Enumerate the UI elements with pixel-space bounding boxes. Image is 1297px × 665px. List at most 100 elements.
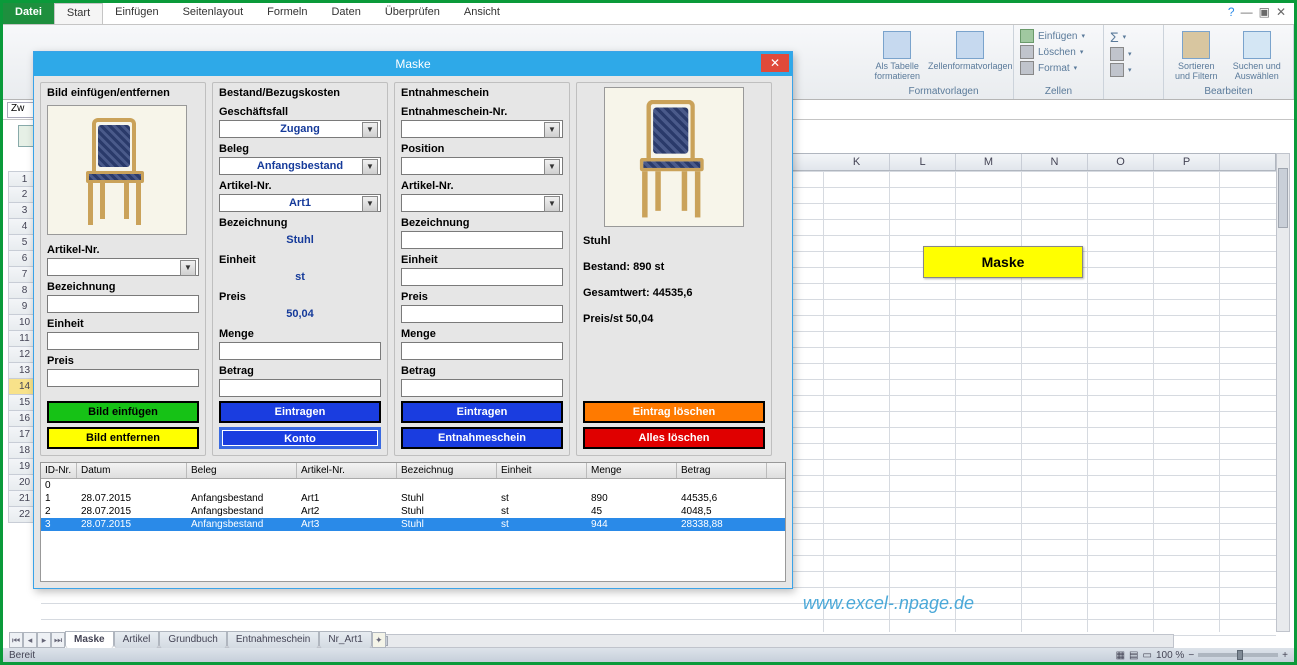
tab-daten[interactable]: Daten xyxy=(319,3,372,24)
zoom-out[interactable]: − xyxy=(1188,650,1194,661)
entnahmeschein-button[interactable]: Entnahmeschein xyxy=(401,427,563,449)
bezeichnung-field[interactable] xyxy=(401,231,563,249)
menge-field[interactable] xyxy=(219,342,381,360)
tab-nav-next[interactable]: ▸ xyxy=(37,632,51,648)
eintragen-button[interactable]: Eintragen xyxy=(219,401,381,423)
table-row[interactable]: 328.07.2015AnfangsbestandArt3Stuhlst9442… xyxy=(41,518,785,531)
tab-ansicht[interactable]: Ansicht xyxy=(452,3,512,24)
status-ready: Bereit xyxy=(9,650,35,661)
zellen-einfuegen[interactable]: Einfügen▾ xyxy=(1020,29,1097,43)
vertical-scrollbar[interactable] xyxy=(1276,153,1290,632)
bezeichnung-value: Stuhl xyxy=(219,231,381,249)
tab-formeln[interactable]: Formeln xyxy=(255,3,319,24)
menge-field[interactable] xyxy=(401,342,563,360)
zoom-slider[interactable] xyxy=(1198,653,1278,657)
zellenformat-button[interactable]: Zellenformatvorlagen xyxy=(928,61,1013,71)
bezeichnung-field[interactable] xyxy=(47,295,199,313)
konto-button[interactable]: Konto xyxy=(219,427,381,449)
sortieren-button[interactable]: Sortieren und Filtern xyxy=(1170,61,1222,81)
label-bezeichnung: Bezeichnung xyxy=(47,281,199,293)
sheet-maske-button[interactable]: Maske xyxy=(923,246,1083,278)
minimize-icon[interactable]: — xyxy=(1241,5,1253,19)
panel-title: Bild einfügen/entfernen xyxy=(47,87,199,99)
tab-file[interactable]: Datei xyxy=(3,3,54,24)
bild-einfuegen-button[interactable]: Bild einfügen xyxy=(47,401,199,423)
tab-einfuegen[interactable]: Einfügen xyxy=(103,3,170,24)
close-icon[interactable]: ✕ xyxy=(1276,5,1286,19)
tab-seitenlayout[interactable]: Seitenlayout xyxy=(171,3,256,24)
zellen-loeschen[interactable]: Löschen▾ xyxy=(1020,45,1097,59)
sheet-tab-grundbuch[interactable]: Grundbuch xyxy=(159,631,226,648)
panel-bestand: Bestand/Bezugskosten Geschäftsfall Zugan… xyxy=(212,82,388,456)
view-layout-icon[interactable]: ▤ xyxy=(1129,650,1138,661)
new-sheet-icon[interactable]: ✦ xyxy=(372,632,386,648)
table-row[interactable]: 228.07.2015AnfangsbestandArt2Stuhlst4540… xyxy=(41,505,785,518)
sheet-tabs: ⏮ ◂ ▸ ⏭ Maske Artikel Grundbuch Entnahme… xyxy=(9,630,386,648)
artikel-nr-combo[interactable] xyxy=(47,258,199,276)
einheit-field[interactable] xyxy=(47,332,199,350)
sheet-tab-maske[interactable]: Maske xyxy=(65,631,114,648)
col-head[interactable]: N xyxy=(1022,154,1088,170)
tab-nav-last[interactable]: ⏭ xyxy=(51,632,65,648)
zoom-in[interactable]: + xyxy=(1282,650,1288,661)
col-head[interactable]: K xyxy=(824,154,890,170)
col-head[interactable]: O xyxy=(1088,154,1154,170)
zellen-format[interactable]: Format▾ xyxy=(1020,61,1097,75)
geschaeftsfall-combo[interactable]: Zugang xyxy=(219,120,381,138)
col-head[interactable]: P xyxy=(1154,154,1220,170)
suchen-icon[interactable] xyxy=(1243,31,1271,59)
eintrag-loeschen-button[interactable]: Eintrag löschen xyxy=(583,401,765,423)
artikel-nr-combo[interactable]: Art1 xyxy=(219,194,381,212)
tab-nav-prev[interactable]: ◂ xyxy=(23,632,37,648)
view-break-icon[interactable]: ▭ xyxy=(1143,650,1152,661)
restore-icon[interactable]: ▣ xyxy=(1259,5,1270,19)
suchen-button[interactable]: Suchen und Auswählen xyxy=(1226,61,1287,81)
zoom-value[interactable]: 100 % xyxy=(1156,650,1184,661)
eintragen-button[interactable]: Eintragen xyxy=(401,401,563,423)
label-artikel-nr: Artikel-Nr. xyxy=(219,180,381,192)
alles-loeschen-button[interactable]: Alles löschen xyxy=(583,427,765,449)
fill[interactable]: ▾ xyxy=(1110,47,1157,61)
dialog-title[interactable]: Maske ✕ xyxy=(34,52,792,76)
image-preview-large xyxy=(604,87,744,227)
tab-nav-first[interactable]: ⏮ xyxy=(9,632,23,648)
position-combo[interactable] xyxy=(401,157,563,175)
group-label: Bearbeiten xyxy=(1170,86,1287,97)
als-tabelle-icon[interactable] xyxy=(883,31,911,59)
col-head[interactable]: M xyxy=(956,154,1022,170)
scroll-thumb[interactable] xyxy=(1278,168,1288,228)
label-bezeichnung: Bezeichnung xyxy=(219,217,381,229)
label-menge: Menge xyxy=(401,328,563,340)
label-preis: Preis xyxy=(401,291,563,303)
sortieren-icon[interactable] xyxy=(1182,31,1210,59)
col-head[interactable]: L xyxy=(890,154,956,170)
dialog-table[interactable]: ID-Nr. Datum Beleg Artikel-Nr. Bezeichnu… xyxy=(40,462,786,582)
zellenformat-icon[interactable] xyxy=(956,31,984,59)
betrag-field[interactable] xyxy=(219,379,381,397)
bild-entfernen-button[interactable]: Bild entfernen xyxy=(47,427,199,449)
clear[interactable]: ▾ xyxy=(1110,63,1157,77)
view-normal-icon[interactable]: ▦ xyxy=(1116,650,1125,661)
einheit-field[interactable] xyxy=(401,268,563,286)
table-row[interactable]: 0 xyxy=(41,479,785,492)
sheet-tab-nrart1[interactable]: Nr_Art1 xyxy=(319,631,371,648)
dialog-close-button[interactable]: ✕ xyxy=(761,54,789,72)
label-bezeichnung: Bezeichnung xyxy=(401,217,563,229)
entnahme-nr-combo[interactable] xyxy=(401,120,563,138)
sheet-tab-artikel[interactable]: Artikel xyxy=(114,631,160,648)
autosum[interactable]: Σ▾ xyxy=(1110,29,1157,45)
artikel-nr-combo[interactable] xyxy=(401,194,563,212)
tab-start[interactable]: Start xyxy=(54,3,103,24)
table-row[interactable]: 128.07.2015AnfangsbestandArt1Stuhlst8904… xyxy=(41,492,785,505)
watermark: www.excel-.npage.de xyxy=(803,593,974,614)
preis-field[interactable] xyxy=(401,305,563,323)
als-tabelle-button[interactable]: Als Tabelle formatieren xyxy=(874,61,920,81)
preis-field[interactable] xyxy=(47,369,199,387)
betrag-field[interactable] xyxy=(401,379,563,397)
help-icon[interactable]: ? xyxy=(1228,5,1235,19)
tab-ueberpruefen[interactable]: Überprüfen xyxy=(373,3,452,24)
beleg-combo[interactable]: Anfangsbestand xyxy=(219,157,381,175)
table-header: ID-Nr. Datum Beleg Artikel-Nr. Bezeichnu… xyxy=(41,463,785,479)
maske-dialog: Maske ✕ Bild einfügen/entfernen Artikel-… xyxy=(33,51,793,589)
sheet-tab-entnahmeschein[interactable]: Entnahmeschein xyxy=(227,631,320,648)
